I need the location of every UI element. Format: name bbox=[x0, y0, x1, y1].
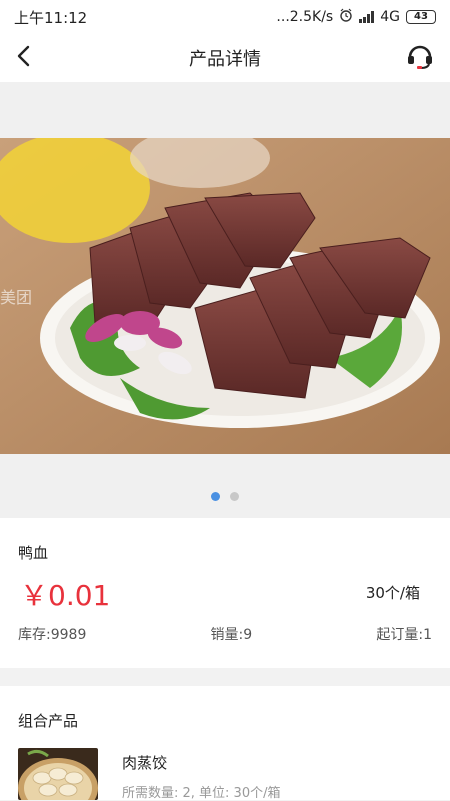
chevron-left-icon bbox=[14, 45, 34, 71]
stock-count: 库存:9989 bbox=[18, 627, 87, 643]
battery-level: 43 bbox=[414, 11, 428, 22]
combo-section-title: 组合产品 bbox=[18, 712, 79, 730]
carousel-dot-active[interactable] bbox=[211, 492, 220, 501]
page-title: 产品详情 bbox=[189, 49, 261, 70]
product-info-card: 鸭血 ￥0.01 30个/箱 库存:9989 销量:9 起订量:1 bbox=[0, 518, 450, 668]
product-name: 鸭血 bbox=[18, 544, 49, 562]
min-order: 起订量:1 bbox=[376, 627, 432, 643]
signal-icon bbox=[359, 11, 375, 23]
battery-icon: 43 bbox=[406, 10, 436, 24]
product-unit: 30个/箱 bbox=[365, 584, 420, 602]
product-image-carousel[interactable]: 美团 bbox=[0, 82, 450, 518]
network-type: 4G bbox=[380, 9, 400, 25]
status-indicators: ...2.5K/s 4G 43 bbox=[276, 8, 436, 26]
combo-list-item[interactable]: 肉蒸饺 所需数量: 2, 单位: 30个/箱 bbox=[18, 748, 432, 801]
combo-item-name: 肉蒸饺 bbox=[122, 754, 168, 772]
product-stats: 库存:9989 销量:9 起订量:1 bbox=[18, 624, 432, 644]
product-photo: 美团 bbox=[0, 138, 450, 454]
combo-products-card: 组合产品 肉蒸饺 所需数量: 2, 单位: 30个/箱 bbox=[0, 686, 450, 801]
nav-bar: 产品详情 bbox=[0, 34, 450, 82]
headset-icon bbox=[406, 43, 434, 73]
status-time: 上午11:12 bbox=[14, 8, 88, 27]
dumpling-thumbnail bbox=[18, 748, 98, 800]
product-price: ￥0.01 bbox=[20, 579, 111, 612]
back-button[interactable] bbox=[8, 42, 40, 74]
carousel-indicator bbox=[0, 492, 450, 502]
carousel-dot[interactable] bbox=[230, 492, 239, 501]
combo-item-desc: 所需数量: 2, 单位: 30个/箱 bbox=[122, 786, 281, 801]
status-bar: 上午11:12 ...2.5K/s 4G 43 bbox=[0, 0, 450, 34]
alarm-icon bbox=[339, 8, 353, 26]
sales-count: 销量:9 bbox=[210, 627, 253, 643]
network-speed: ...2.5K/s bbox=[276, 9, 334, 25]
customer-service-button[interactable] bbox=[404, 42, 436, 74]
watermark-text: 美团 bbox=[0, 289, 32, 307]
